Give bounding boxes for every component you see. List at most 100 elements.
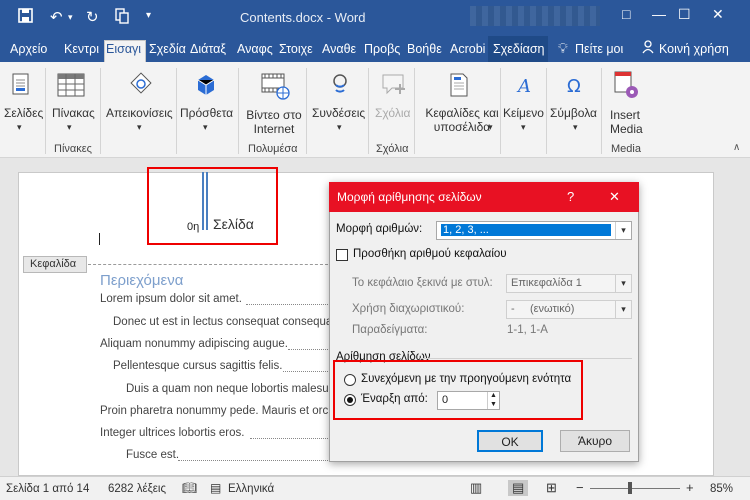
- toc-line[interactable]: Donec ut est in lectus consequat consequ…: [113, 316, 332, 328]
- ribbon-separator: [306, 68, 307, 154]
- word-count[interactable]: 6282 λέξεις: [108, 483, 166, 495]
- header-separator-line: [88, 264, 328, 265]
- ok-button[interactable]: OK: [477, 430, 543, 452]
- illustrations-dropdown-icon[interactable]: ▾: [137, 122, 142, 133]
- toc-line[interactable]: Fusce est.: [126, 449, 179, 461]
- undo-icon[interactable]: ↶: [50, 8, 63, 26]
- svg-text:Ω: Ω: [567, 76, 581, 97]
- customize-qat-icon[interactable]: ▾: [146, 10, 151, 21]
- header-footer-icon[interactable]: [448, 72, 470, 101]
- symbols-dropdown-icon[interactable]: ▾: [573, 122, 578, 133]
- toc-line[interactable]: Integer ultrices lobortis eros.: [100, 427, 244, 439]
- lightbulb-icon[interactable]: 💡︎: [558, 40, 568, 57]
- read-mode-icon[interactable]: ▥: [470, 480, 482, 496]
- addins-dropdown-icon[interactable]: ▾: [203, 122, 208, 133]
- toc-line[interactable]: Duis a quam non neque lobortis malesua: [126, 383, 335, 395]
- symbols-icon[interactable]: Ω: [564, 72, 588, 101]
- ribbon-display-icon[interactable]: □: [622, 6, 630, 22]
- symbols-button[interactable]: Σύμβολα: [550, 106, 597, 120]
- include-chapter-checkbox[interactable]: [336, 249, 348, 261]
- ribbon-separator: [45, 68, 46, 154]
- touch-mode-icon[interactable]: [114, 8, 130, 28]
- links-dropdown-icon[interactable]: ▾: [337, 122, 342, 133]
- addins-icon[interactable]: [194, 72, 218, 101]
- comment-button: Σχόλια: [375, 106, 411, 120]
- toc-leader: [288, 349, 330, 350]
- zoom-in-icon[interactable]: +: [686, 480, 694, 495]
- tab-review[interactable]: Αναθε: [322, 42, 356, 56]
- links-button[interactable]: Συνδέσεις: [312, 106, 365, 120]
- collapse-ribbon-icon[interactable]: ∧: [733, 142, 740, 153]
- addins-button[interactable]: Πρόσθετα: [180, 106, 233, 120]
- close-icon[interactable]: ✕: [712, 6, 724, 23]
- chevron-down-icon[interactable]: ▾: [615, 275, 631, 292]
- tab-home[interactable]: Κεντρι: [64, 42, 99, 56]
- insert-media-button[interactable]: Insert Media: [610, 108, 646, 136]
- maximize-icon[interactable]: ☐: [678, 6, 691, 23]
- tab-references[interactable]: Αναφς: [237, 42, 273, 56]
- tab-file[interactable]: Αρχείο: [10, 42, 47, 56]
- tab-help[interactable]: Βοήθε: [407, 42, 442, 56]
- share-person-icon[interactable]: [642, 40, 656, 57]
- examples-value: 1-1, 1-A: [507, 324, 548, 336]
- ribbon-separator: [546, 68, 547, 154]
- proofing-icon[interactable]: 📖︎: [182, 481, 197, 495]
- dialog-help-icon[interactable]: ?: [567, 189, 574, 204]
- tab-acrobat[interactable]: Acrobi: [450, 42, 485, 56]
- zoom-slider-track[interactable]: [590, 488, 680, 489]
- tab-mailings[interactable]: Στοιχε: [279, 42, 313, 56]
- toc-line[interactable]: Aliquam nonummy adipiscing augue.: [100, 338, 288, 350]
- tab-view[interactable]: Προβς: [364, 42, 400, 56]
- zoom-slider-thumb[interactable]: [628, 482, 632, 494]
- toc-line[interactable]: Pellentesque cursus sagittis felis.: [113, 360, 282, 372]
- tell-me-search[interactable]: Πείτε μοι: [575, 42, 623, 56]
- chevron-down-icon[interactable]: ▾: [615, 301, 631, 318]
- chapter-style-select[interactable]: Επικεφαλίδα 1 ▾: [506, 274, 632, 293]
- text-button[interactable]: Κείμενο: [503, 106, 544, 120]
- header-footer-dropdown-icon[interactable]: ▾: [488, 122, 493, 133]
- svg-text:A: A: [516, 76, 531, 97]
- table-icon[interactable]: [56, 72, 86, 101]
- tab-header-design[interactable]: Σχεδίαση: [493, 42, 545, 56]
- illustrations-button[interactable]: Απεικονίσεις: [106, 106, 173, 120]
- minimize-icon[interactable]: —: [652, 6, 666, 22]
- cancel-button[interactable]: Άκυρο: [560, 430, 630, 452]
- dialog-title-bar[interactable]: Μορφή αρίθμησης σελίδων ? ✕: [329, 182, 639, 212]
- pages-icon[interactable]: [10, 72, 32, 101]
- tab-design[interactable]: Σχεδία: [149, 42, 186, 56]
- save-icon[interactable]: [18, 8, 33, 27]
- insert-media-icon[interactable]: [613, 70, 641, 103]
- ribbon-separator: [176, 68, 177, 154]
- pages-button[interactable]: Σελίδες: [4, 106, 43, 120]
- text-icon[interactable]: A: [513, 72, 537, 101]
- web-layout-icon[interactable]: ⊞: [546, 480, 557, 496]
- dialog-close-icon[interactable]: ✕: [609, 189, 620, 205]
- page-count[interactable]: Σελίδα 1 από 14: [6, 483, 89, 495]
- text-dropdown-icon[interactable]: ▾: [521, 122, 526, 133]
- links-icon[interactable]: [328, 72, 352, 101]
- include-chapter-label[interactable]: Προσθήκη αριθμού κεφαλαίου: [353, 248, 507, 260]
- online-video-button[interactable]: Βίντεο στο Internet: [244, 108, 304, 136]
- zoom-out-icon[interactable]: −: [576, 480, 584, 495]
- chevron-down-icon[interactable]: ▾: [615, 222, 631, 239]
- examples-label: Παραδείγματα:: [352, 324, 428, 336]
- pages-dropdown-icon[interactable]: ▾: [17, 122, 22, 133]
- toc-line[interactable]: Proin pharetra nonummy pede. Mauris et o…: [100, 405, 328, 417]
- online-video-icon[interactable]: [260, 72, 290, 103]
- header-tag[interactable]: Κεφαλίδα: [23, 256, 87, 273]
- redo-icon[interactable]: ↻: [86, 8, 99, 26]
- undo-dropdown-icon[interactable]: ▾: [68, 12, 73, 23]
- language[interactable]: Ελληνικά: [228, 483, 274, 495]
- separator-select[interactable]: - (ενωτικό) ▾: [506, 300, 632, 319]
- tab-insert[interactable]: Εισαγι: [106, 42, 141, 56]
- media2-group-label: Media: [611, 143, 641, 155]
- print-layout-icon[interactable]: ▤: [508, 480, 529, 496]
- share-button[interactable]: Κοινή χρήση: [659, 42, 729, 56]
- number-format-select[interactable]: 1, 2, 3, ... ▾: [436, 221, 632, 240]
- table-dropdown-icon[interactable]: ▾: [67, 122, 72, 133]
- toc-line[interactable]: Lorem ipsum dolor sit amet.: [100, 293, 242, 305]
- tab-layout[interactable]: Διάταξ: [190, 42, 226, 56]
- table-button[interactable]: Πίνακας: [52, 106, 95, 120]
- zoom-level[interactable]: 85%: [710, 483, 733, 495]
- illustrations-icon[interactable]: [128, 72, 154, 101]
